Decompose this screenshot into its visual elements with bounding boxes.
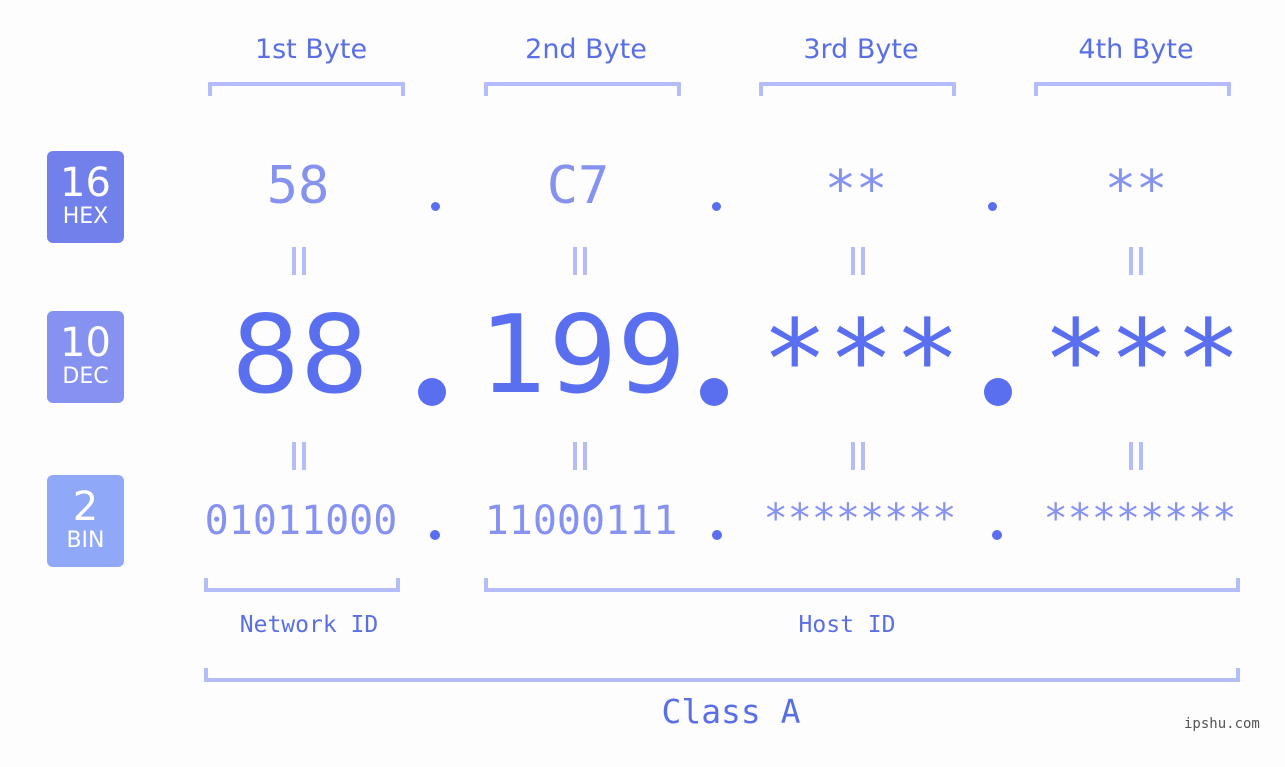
equals-icon (292, 442, 306, 470)
bin-badge: 2 BIN (47, 475, 124, 567)
dec-badge: 10 DEC (47, 311, 124, 403)
bin-byte-1: 01011000 (204, 498, 398, 544)
byte-label-3: 3rd Byte (803, 34, 919, 65)
watermark: ipshu.com (1184, 716, 1260, 732)
equals-icon (1129, 442, 1143, 470)
hex-badge-label: HEX (62, 204, 109, 229)
hex-byte-4: ** (1104, 160, 1168, 220)
equals-icon (573, 247, 587, 275)
dec-dot-2 (700, 378, 728, 406)
byte-bracket-1 (208, 82, 405, 96)
network-id-bracket (204, 578, 400, 592)
bin-badge-base: 2 (72, 484, 99, 530)
byte-bracket-4 (1034, 82, 1231, 96)
dec-badge-label: DEC (62, 364, 109, 389)
hex-dot-1 (431, 202, 440, 211)
equals-icon (1129, 247, 1143, 275)
bin-dot-3 (992, 530, 1002, 540)
byte-bracket-3 (759, 82, 956, 96)
hex-byte-1: 58 (266, 156, 330, 216)
dec-dot-3 (984, 378, 1012, 406)
host-id-bracket (484, 578, 1240, 592)
dec-badge-base: 10 (60, 320, 111, 366)
equals-icon (851, 247, 865, 275)
hex-byte-2: C7 (546, 156, 610, 216)
class-bracket (204, 668, 1240, 682)
byte-bracket-2 (484, 82, 681, 96)
hex-dot-2 (712, 202, 721, 211)
network-id-label: Network ID (239, 612, 379, 638)
byte-label-4: 4th Byte (1078, 34, 1194, 65)
bin-dot-1 (430, 530, 440, 540)
equals-icon (573, 442, 587, 470)
hex-badge: 16 HEX (47, 151, 124, 243)
dec-byte-2: 199 (479, 293, 687, 418)
byte-label-2: 2nd Byte (525, 34, 647, 65)
hex-badge-base: 16 (60, 160, 111, 206)
ip-class-label: Class A (661, 692, 801, 731)
hex-dot-3 (988, 202, 997, 211)
hex-byte-3: ** (824, 160, 888, 220)
bin-byte-3: ******** (763, 496, 957, 542)
dec-dot-1 (418, 378, 446, 406)
dec-byte-3: *** (761, 296, 961, 424)
equals-icon (292, 247, 306, 275)
bin-dot-2 (712, 530, 722, 540)
host-id-label: Host ID (798, 612, 896, 638)
equals-icon (851, 442, 865, 470)
dec-byte-4: *** (1042, 296, 1242, 424)
bin-badge-label: BIN (66, 528, 105, 553)
bin-byte-2: 11000111 (484, 498, 678, 544)
bin-byte-4: ******** (1043, 496, 1237, 542)
dec-byte-1: 88 (231, 293, 369, 418)
byte-label-1: 1st Byte (254, 34, 368, 65)
